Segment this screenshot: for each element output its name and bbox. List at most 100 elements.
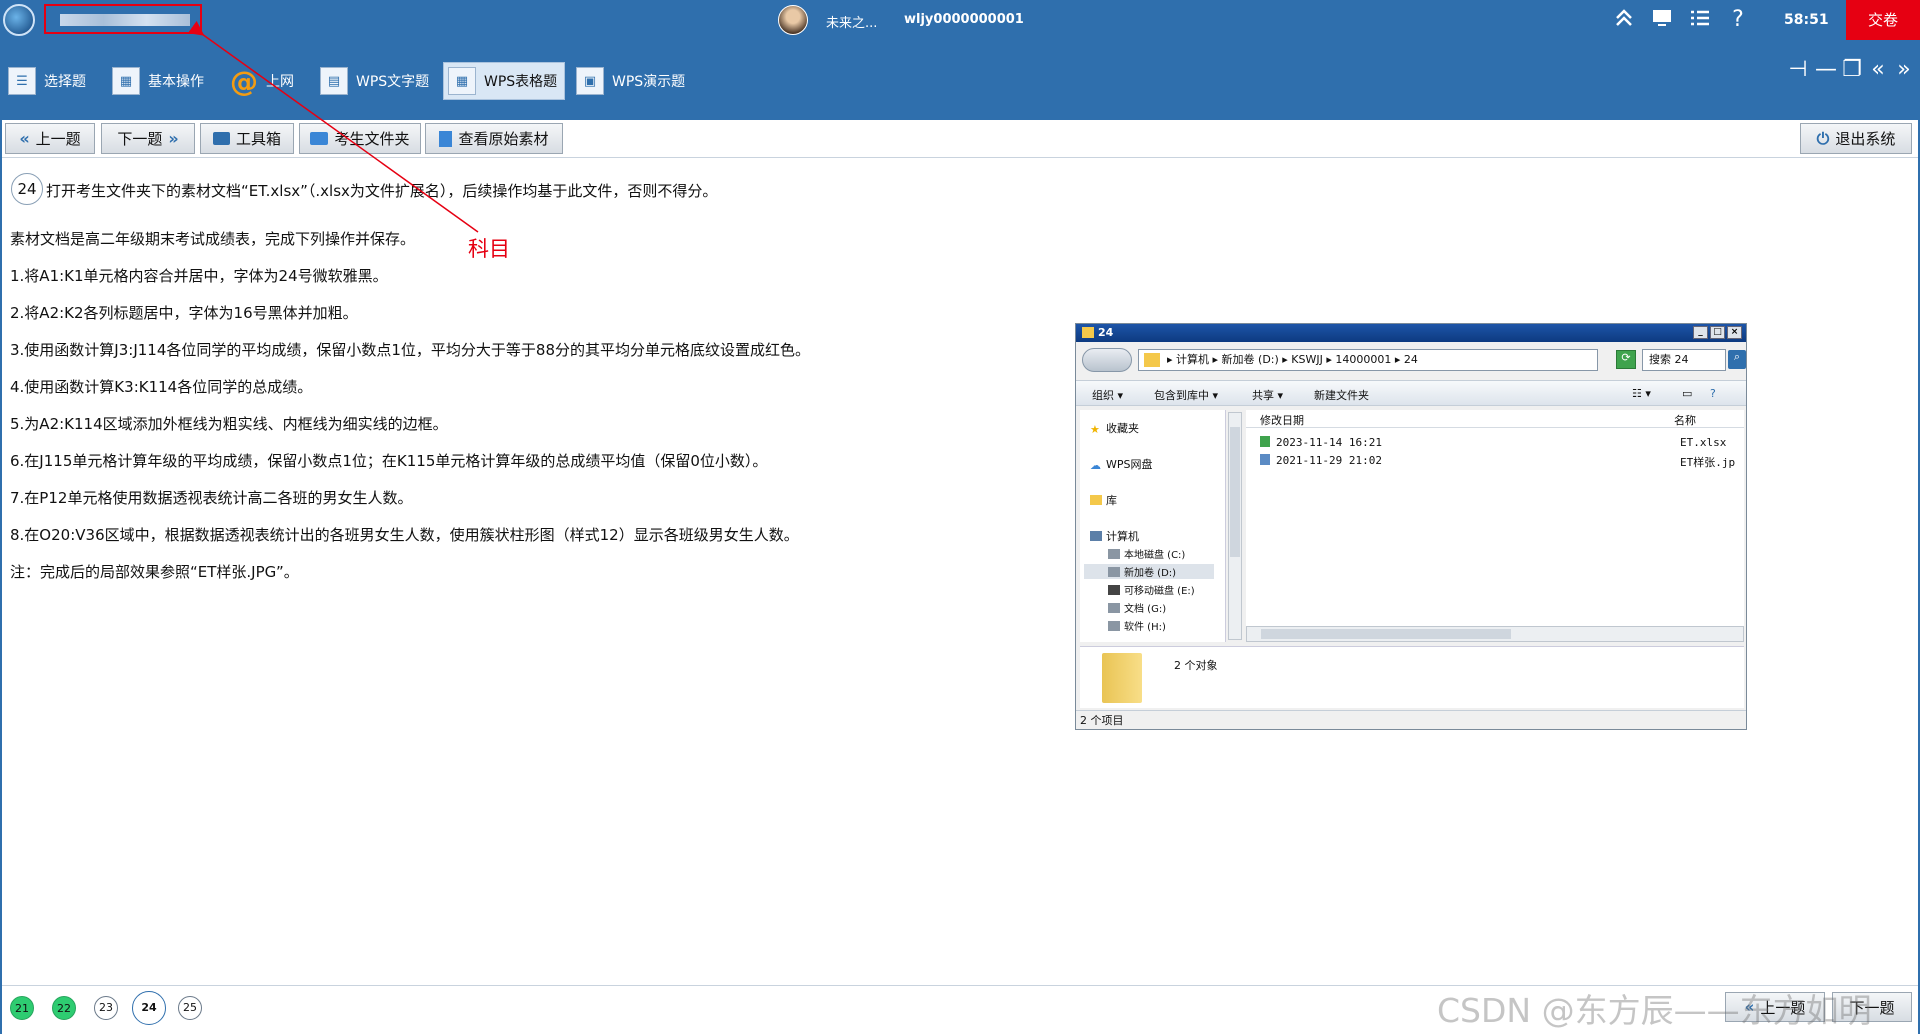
computer-icon bbox=[1090, 531, 1102, 541]
category-label: 基本操作 bbox=[148, 74, 204, 90]
submit-exam-button[interactable]: 交卷 bbox=[1846, 0, 1920, 40]
question-line: 6.在J115单元格计算年级的平均成绩，保留小数点1位；在K115单元格计算年级… bbox=[10, 452, 768, 470]
nav-label: 收藏夹 bbox=[1106, 422, 1139, 435]
nav-drive-e: 可移动磁盘 (E:) bbox=[1108, 582, 1195, 597]
exit-system-button[interactable]: ⏻ 退出系统 bbox=[1800, 123, 1912, 154]
question-nav-25[interactable]: 25 bbox=[178, 996, 202, 1020]
explorer-nav-scrollbar bbox=[1228, 412, 1242, 640]
command-new-folder: 新建文件夹 bbox=[1314, 389, 1369, 402]
help-icon: ? bbox=[1710, 387, 1716, 400]
removable-drive-icon bbox=[1108, 584, 1120, 595]
category-label: 选择题 bbox=[44, 74, 86, 90]
nav-label: 可移动磁盘 (E:) bbox=[1124, 586, 1195, 597]
category-label: 上网 bbox=[266, 74, 294, 90]
library-icon bbox=[1090, 495, 1102, 505]
monitor-icon[interactable] bbox=[1648, 6, 1676, 34]
close-icon: × bbox=[1727, 326, 1742, 339]
question-nav-21[interactable]: 21 bbox=[10, 996, 34, 1020]
expand-right-icon[interactable]: » bbox=[1892, 57, 1916, 82]
nav-label: 计算机 bbox=[1106, 530, 1139, 543]
question-toolbar: « 上一题 下一题 » 工具箱 考生文件夹 查看原始素材 ⏻ 退出系统 bbox=[0, 120, 1920, 158]
help-icon[interactable]: ? bbox=[1724, 6, 1752, 34]
object-count: 2 个对象 bbox=[1174, 659, 1218, 672]
nav-label: WPS网盘 bbox=[1106, 458, 1153, 471]
button-label: 退出系统 bbox=[1835, 130, 1896, 148]
explorer-search: 搜索 24 bbox=[1642, 349, 1726, 371]
refresh-icon: ⟳ bbox=[1616, 350, 1636, 369]
explorer-h-scrollbar bbox=[1246, 626, 1744, 642]
drive-icon bbox=[1108, 602, 1120, 613]
folder-icon bbox=[1102, 653, 1142, 703]
file-row: 2021-11-29 21:02 ET样张.jp bbox=[1260, 454, 1735, 469]
category-basic-ops[interactable]: ▦ 基本操作 bbox=[112, 62, 204, 100]
restore-icon[interactable]: ❐ bbox=[1840, 57, 1864, 82]
subject-name-blurred bbox=[60, 14, 190, 26]
category-choice[interactable]: ☰ 选择题 bbox=[8, 62, 86, 100]
collapse-up-icon[interactable] bbox=[1610, 6, 1638, 34]
explorer-title: 24 bbox=[1098, 326, 1114, 339]
collapse-left-icon[interactable]: « bbox=[1866, 57, 1890, 82]
checklist-icon[interactable] bbox=[1686, 6, 1714, 34]
toolbox-button[interactable]: 工具箱 bbox=[200, 123, 294, 154]
toolbox-icon bbox=[212, 132, 230, 145]
nav-drive-d: 新加卷 (D:) bbox=[1084, 564, 1214, 579]
avatar bbox=[778, 5, 808, 35]
document-icon: ▤ bbox=[320, 67, 348, 95]
nav-favorites: ★ 收藏夹 bbox=[1090, 420, 1139, 436]
xlsx-file-icon bbox=[1260, 436, 1270, 447]
category-internet[interactable]: @ 上网 bbox=[230, 62, 294, 100]
power-icon: ⏻ bbox=[1816, 128, 1830, 148]
nav-label: 库 bbox=[1106, 494, 1117, 507]
nav-label: 文档 (G:) bbox=[1124, 604, 1167, 615]
next-question-button[interactable]: 下一题 » bbox=[101, 123, 195, 154]
back-forward-icon bbox=[1082, 348, 1132, 372]
at-icon: @ bbox=[230, 64, 258, 98]
command-organize: 组织 ▾ bbox=[1092, 389, 1124, 402]
file-date: 2023-11-14 16:21 bbox=[1276, 436, 1382, 449]
category-wps-spreadsheet[interactable]: ▦ WPS表格题 bbox=[443, 62, 565, 100]
list-icon: ☰ bbox=[8, 67, 36, 95]
nav-wps-drive: ☁ WPS网盘 bbox=[1090, 456, 1153, 472]
candidate-folder-button[interactable]: 考生文件夹 bbox=[299, 123, 421, 154]
button-label: 查看原始素材 bbox=[458, 130, 549, 148]
question-line: 2.将A2:K2各列标题居中，字体为16号黑体并加粗。 bbox=[10, 304, 358, 322]
file-icon bbox=[439, 130, 453, 147]
nav-drive-c: 本地磁盘 (C:) bbox=[1108, 546, 1185, 561]
file-name: ET样张.jp bbox=[1680, 456, 1736, 469]
view-material-button[interactable]: 查看原始素材 bbox=[425, 123, 563, 154]
question-line: 5.为A2:K114区域添加外框线为粗实线、内框线为细实线的边框。 bbox=[10, 415, 448, 433]
file-row: 2023-11-14 16:21 ET.xlsx bbox=[1260, 436, 1726, 449]
nav-drive-g: 文档 (G:) bbox=[1108, 600, 1166, 615]
button-label: 下一题 bbox=[117, 130, 163, 148]
explorer-details-pane: 2 个对象 bbox=[1080, 646, 1744, 708]
pin-icon[interactable]: ⊣ bbox=[1786, 57, 1810, 82]
watermark: CSDN @东方辰——东方如明 bbox=[1437, 991, 1872, 1030]
question-line: 7.在P12单元格使用数据透视表统计高二各班的男女生人数。 bbox=[10, 489, 413, 507]
explorer-window-image: 24 _ □ × ▸ 计算机 ▸ 新加卷 (D:) ▸ KSWJJ ▸ 1400… bbox=[1075, 323, 1747, 730]
minimize-icon: _ bbox=[1693, 326, 1708, 339]
category-wps-writer[interactable]: ▤ WPS文字题 bbox=[320, 62, 429, 100]
column-name: 名称 bbox=[1674, 414, 1696, 427]
question-nav-24[interactable]: 24 bbox=[132, 991, 166, 1025]
question-line: 打开考生文件夹下的素材文档“ET.xlsx”（.xlsx为文件扩展名），后续操作… bbox=[46, 182, 718, 200]
title-bar: 未来之... wljy0000000001 ? 58:51 交卷 bbox=[0, 0, 1920, 40]
question-line: 素材文档是高二年级期末考试成绩表，完成下列操作并保存。 bbox=[10, 230, 416, 248]
button-label: 上一题 bbox=[35, 130, 81, 148]
drive-icon bbox=[1108, 548, 1120, 559]
prev-question-button[interactable]: « 上一题 bbox=[5, 123, 95, 154]
category-wps-presentation[interactable]: ▣ WPS演示题 bbox=[576, 62, 685, 100]
minimize-icon[interactable]: — bbox=[1814, 57, 1838, 82]
explorer-nav-pane: ★ 收藏夹 ☁ WPS网盘 库 计算机 本地磁盘 (C:) 新加卷 (D:) 可移动… bbox=[1080, 410, 1226, 642]
view-options-icon: ☷ ▾ bbox=[1632, 387, 1651, 400]
question-nav-22[interactable]: 22 bbox=[52, 996, 76, 1020]
question-line: 4.使用函数计算K3:K114各位同学的总成绩。 bbox=[10, 378, 313, 396]
folder-icon bbox=[1144, 353, 1160, 367]
cloud-icon: ☁ bbox=[1090, 459, 1101, 472]
nav-libraries: 库 bbox=[1090, 492, 1117, 508]
command-share: 共享 ▾ bbox=[1252, 389, 1284, 402]
subject-highlight-box bbox=[44, 4, 202, 34]
question-line: 注：完成后的局部效果参照“ET样张.JPG”。 bbox=[10, 563, 299, 581]
explorer-path-text: ▸ 计算机 ▸ 新加卷 (D:) ▸ KSWJJ ▸ 14000001 ▸ 24 bbox=[1167, 353, 1418, 366]
frame-border-left bbox=[0, 40, 2, 1034]
question-nav-23[interactable]: 23 bbox=[94, 996, 118, 1020]
